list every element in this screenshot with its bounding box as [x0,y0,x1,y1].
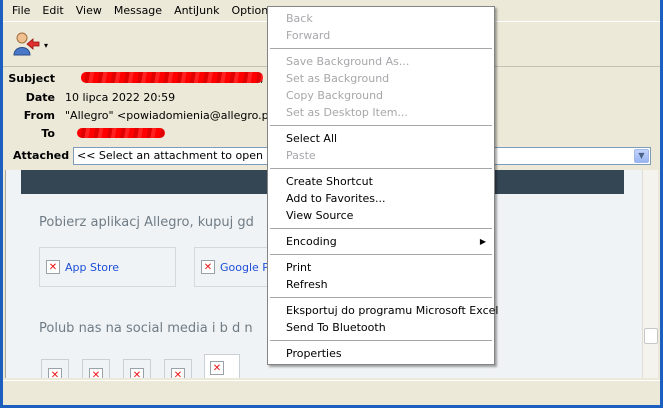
scrollbar-thumb[interactable] [644,328,658,344]
context-menu-item-add-to-favorites[interactable]: Add to Favorites... [268,190,494,207]
context-menu-separator [270,340,492,341]
context-menu-item-select-all[interactable]: Select All [268,130,494,147]
context-menu-item-forward: Forward [268,27,494,44]
social-icon-4[interactable]: ✕ [164,359,192,378]
from-row: From "Allegro" <powiadomienia@allegro.pl… [3,107,281,124]
date-value: 10 lipca 2022 20:59 [65,91,176,104]
to-redaction [77,128,165,138]
context-menu-item-label: Send To Bluetooth [286,321,386,334]
context-menu-item-refresh[interactable]: Refresh [268,276,494,293]
context-menu-item-set-as-background: Set as Background [268,70,494,87]
to-row: To [3,125,65,142]
menu-edit[interactable]: Edit [36,0,69,21]
context-menu-separator [270,228,492,229]
status-bar [3,380,660,405]
context-menu-item-label: Set as Background [286,72,390,85]
broken-image-icon: ✕ [201,260,215,274]
google-play-label[interactable]: Google Pl [220,261,272,274]
context-menu-item-label: Properties [286,347,342,360]
social-media-text: Polub nas na social media i b d n [39,321,253,336]
context-menu-item-label: Refresh [286,278,328,291]
social-icon-5[interactable]: ✕ [204,354,240,378]
context-menu-separator [270,297,492,298]
context-menu-item-back: Back [268,10,494,27]
context-menu-item-copy-background: Copy Background [268,87,494,104]
context-menu-separator [270,168,492,169]
context-menu-item-send-to-bluetooth[interactable]: Send To Bluetooth [268,319,494,336]
context-menu-item-label: Forward [286,29,331,42]
date-label: Date [25,91,55,104]
from-value: "Allegro" <powiadomienia@allegro.pl> [65,109,281,122]
context-menu-separator [270,254,492,255]
context-menu-item-view-source[interactable]: View Source [268,207,494,224]
context-menu-item-eksportuj-do-programu-microsoft-excel[interactable]: Eksportuj do programu Microsoft Excel [268,302,498,319]
context-menu-item-label: Create Shortcut [286,175,373,188]
app-store-link[interactable]: ✕ App Store [39,247,176,287]
from-label: From [23,109,55,122]
context-menu-item-label: Eksportuj do programu Microsoft Excel [286,304,499,317]
chevron-down-icon[interactable]: ▼ [634,149,649,163]
reply-button[interactable]: ▾ [12,31,57,59]
context-menu-item-print[interactable]: Print [268,259,494,276]
broken-image-icon: ✕ [48,368,62,378]
broken-image-icon: ✕ [46,260,60,274]
broken-image-icon: ✕ [130,368,144,378]
social-icon-3[interactable]: ✕ [123,359,151,378]
context-menu-separator [270,125,492,126]
context-menu-item-label: View Source [286,209,354,222]
download-app-text: Pobierz aplikacj Allegro, kupuj gd [39,215,254,230]
context-menu-item-label: Set as Desktop Item... [286,106,408,119]
social-icon-1[interactable]: ✕ [41,359,69,378]
context-menu-item-label: Print [286,261,312,274]
menu-antijunk[interactable]: AntiJunk [168,0,225,21]
broken-image-icon: ✕ [210,361,224,375]
submenu-arrow-icon: ▶ [479,237,486,246]
context-menu-item-paste: Paste [268,147,494,164]
reply-dropdown-caret[interactable]: ▾ [44,41,48,50]
context-menu: Back Forward Save Background As... Set as B… [267,6,498,365]
menu-file[interactable]: File [6,0,36,21]
date-row: Date 10 lipca 2022 20:59 [3,89,175,106]
social-icon-2[interactable]: ✕ [82,359,110,378]
context-menu-item-label: Select All [286,132,338,145]
to-label: To [41,127,55,140]
context-menu-item-label: Add to Favorites... [286,192,386,205]
context-menu-item-label: Copy Background [286,89,384,102]
attached-label: Attached [13,149,70,162]
context-menu-item-label: Paste [286,149,316,162]
context-menu-item-properties[interactable]: Properties [268,345,494,362]
menu-view[interactable]: View [70,0,108,21]
context-menu-item-label: Back [286,12,313,25]
context-menu-item-label: Encoding [286,235,337,248]
broken-image-icon: ✕ [171,368,185,378]
broken-image-icon: ✕ [89,368,103,378]
context-menu-item-encoding[interactable]: Encoding ▶ [268,233,494,250]
context-menu-item-label: Save Background As... [286,55,410,68]
vertical-scrollbar[interactable] [642,170,658,378]
app-store-label[interactable]: App Store [65,261,119,274]
context-menu-item-save-background-as: Save Background As... [268,53,494,70]
subject-redaction [81,72,263,83]
menu-message[interactable]: Message [108,0,168,21]
context-menu-item-set-as-desktop-item: Set as Desktop Item... [268,104,494,121]
reply-sender-icon [12,31,40,60]
context-menu-separator [270,48,492,49]
context-menu-item-create-shortcut[interactable]: Create Shortcut [268,173,494,190]
subject-label: Subject [8,72,55,85]
